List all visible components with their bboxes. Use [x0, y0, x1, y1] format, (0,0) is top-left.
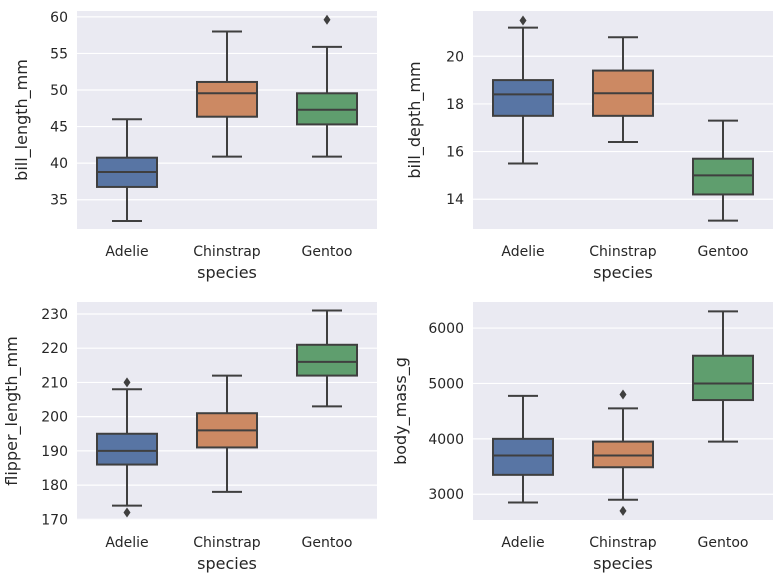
iqr-box [492, 437, 554, 476]
x-tick-label: Adelie [501, 244, 544, 260]
y-tick-label: 40 [50, 156, 68, 172]
x-tick-label: Adelie [105, 535, 148, 551]
boxplot-figure: 35 40 45 50 55 60 Adelie Chinstrap Gentoo species… [2, 10, 773, 573]
x-tick-label: Adelie [105, 244, 148, 260]
y-tick-label: 18 [446, 97, 464, 113]
y-tick-label: 60 [50, 10, 68, 26]
y-tick-label: 4000 [428, 432, 464, 448]
x-axis-label: species [197, 554, 257, 573]
y-axis-label: body_mass_g [391, 357, 411, 465]
iqr-box [96, 432, 158, 466]
y-tick-label: 3000 [428, 487, 464, 503]
x-axis-label: species [593, 263, 653, 282]
y-tick-label: 35 [50, 193, 68, 209]
y-axis-label: bill_length_mm [12, 59, 32, 181]
x-tick-label: Chinstrap [589, 535, 657, 551]
y-tick-label: 220 [41, 341, 68, 357]
y-tick-label: 190 [41, 444, 68, 460]
iqr-box [692, 354, 754, 402]
iqr-box [492, 79, 554, 117]
x-tick-label: Gentoo [302, 535, 353, 551]
y-tick-label: 16 [446, 145, 464, 161]
subplot-flipper-length-mm: 170 180 190 200 210 220 230 Adelie Chinstrap Gent… [2, 302, 377, 573]
y-tick-label: 5000 [428, 376, 464, 392]
y-tick-label: 210 [41, 375, 68, 391]
y-tick-label: 6000 [428, 321, 464, 337]
iqr-box [296, 343, 358, 377]
subplot-bill-depth-mm: 14 16 18 20 Adelie Chinstrap Gentoo species bill… [405, 11, 773, 282]
iqr-box [692, 157, 754, 196]
x-axis-label: species [197, 263, 257, 282]
x-tick-label: Chinstrap [193, 244, 261, 260]
y-tick-label: 45 [50, 120, 68, 136]
x-tick-label: Gentoo [698, 535, 749, 551]
y-tick-label: 20 [446, 49, 464, 65]
x-tick-label: Chinstrap [589, 244, 657, 260]
subplot-bill-length-mm: 35 40 45 50 55 60 Adelie Chinstrap Gentoo species… [12, 10, 377, 282]
y-tick-label: 230 [41, 307, 68, 323]
x-tick-label: Chinstrap [193, 535, 261, 551]
y-tick-label: 200 [41, 410, 68, 426]
x-axis-label: species [593, 554, 653, 573]
subplot-body-mass-g: 3000 4000 5000 6000 Adelie Chinstrap Gentoo spe… [391, 302, 773, 573]
y-tick-label: 180 [41, 478, 68, 494]
y-tick-label: 55 [50, 46, 68, 62]
y-tick-label: 14 [446, 192, 464, 208]
x-tick-label: Adelie [501, 535, 544, 551]
iqr-box [196, 80, 258, 118]
y-axis-label: flipper_length_mm [2, 336, 22, 485]
y-axis-label: bill_depth_mm [405, 61, 425, 178]
x-tick-label: Gentoo [302, 244, 353, 260]
y-tick-label: 50 [50, 83, 68, 99]
iqr-box [592, 440, 654, 469]
x-tick-label: Gentoo [698, 244, 749, 260]
y-tick-label: 170 [41, 512, 68, 528]
